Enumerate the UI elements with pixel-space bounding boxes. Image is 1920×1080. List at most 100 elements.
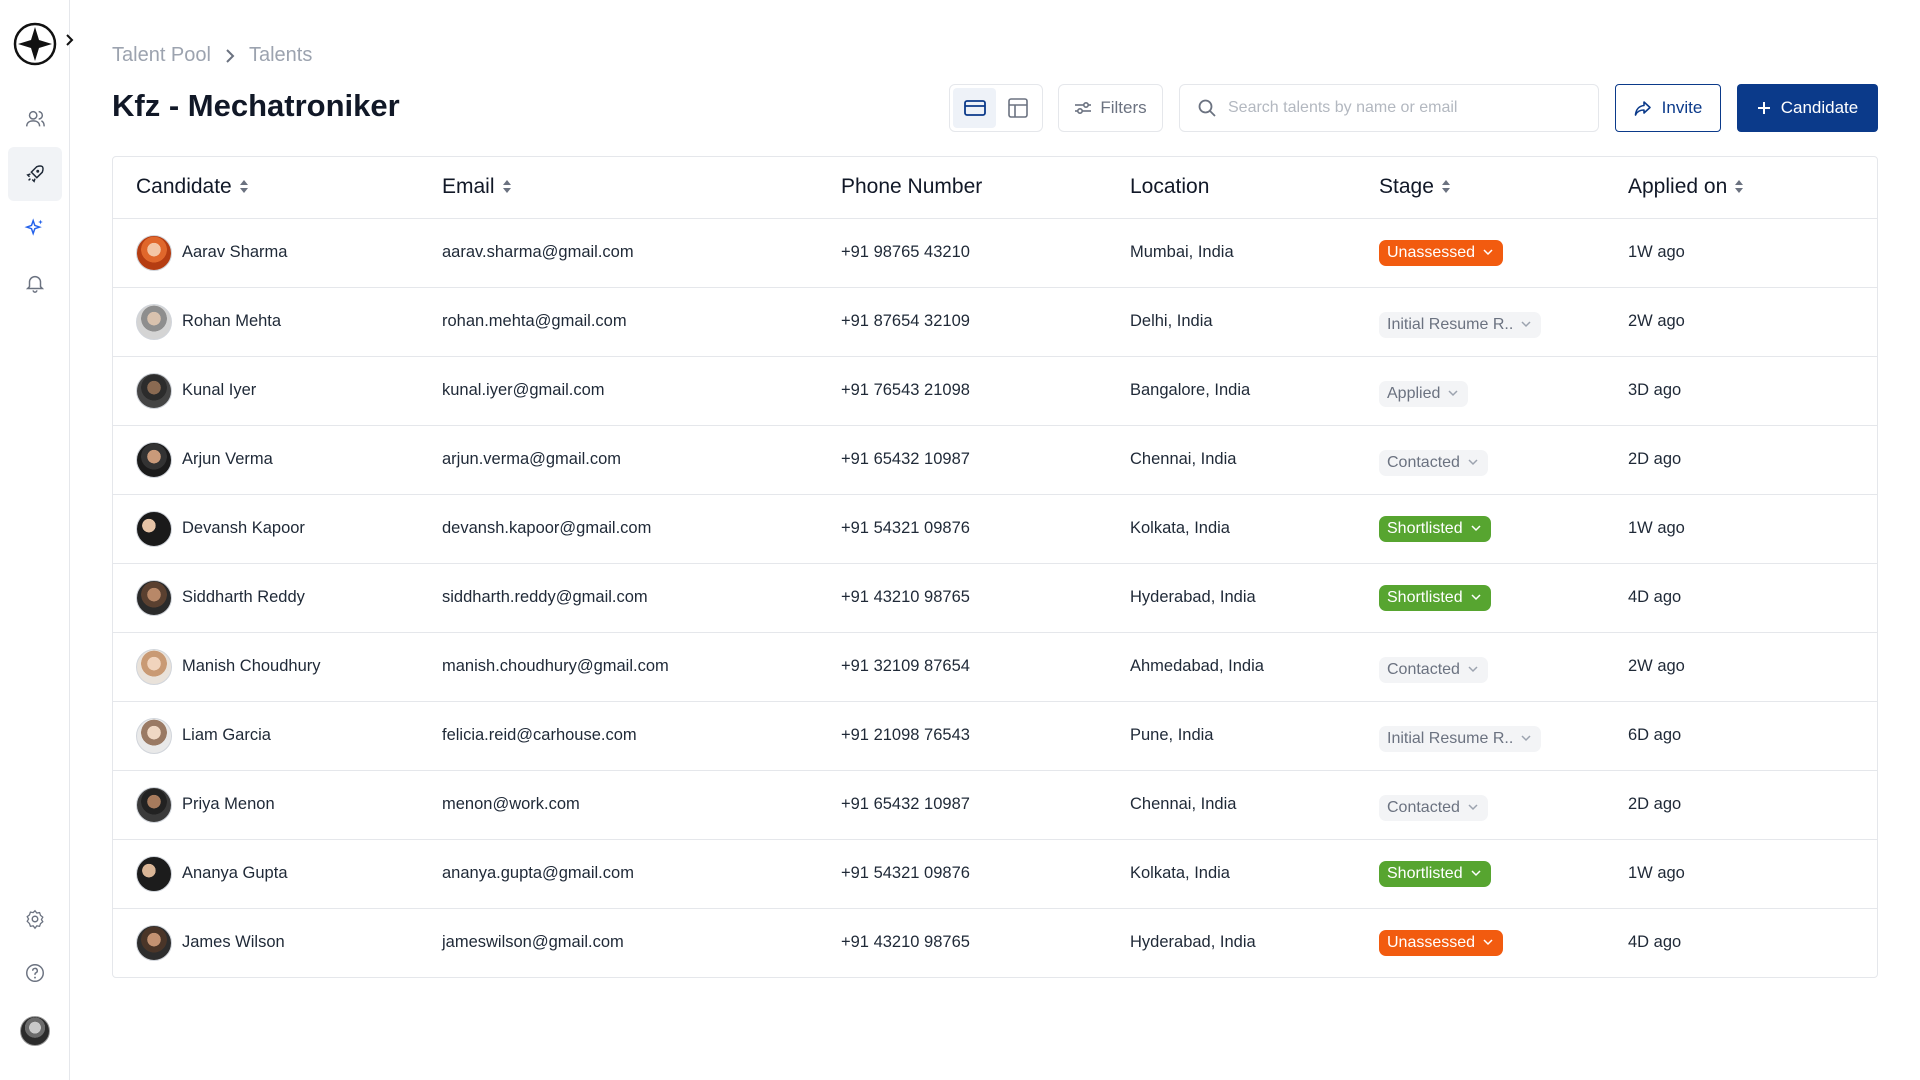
- table-row[interactable]: Siddharth Reddy siddharth.reddy@gmail.com…: [113, 563, 1877, 633]
- cell-stage: Shortlisted: [1379, 563, 1628, 633]
- candidate-name[interactable]: Kunal Iyer: [182, 381, 256, 400]
- table-row[interactable]: Priya Menon menon@work.com +91 65432 10987…: [113, 770, 1877, 840]
- cell-location: Kolkata, India: [1130, 494, 1379, 564]
- logo-icon[interactable]: [13, 22, 57, 66]
- settings-icon[interactable]: [8, 892, 62, 946]
- stage-dropdown[interactable]: Contacted: [1379, 656, 1488, 683]
- stage-dropdown[interactable]: Contacted: [1379, 794, 1488, 821]
- candidate-name[interactable]: Ananya Gupta: [182, 864, 288, 883]
- stage-dropdown[interactable]: Unassessed: [1379, 239, 1504, 266]
- breadcrumb-parent[interactable]: Talent Pool: [112, 44, 211, 67]
- stage-dropdown[interactable]: Shortlisted: [1379, 515, 1491, 542]
- invite-button[interactable]: Invite: [1615, 84, 1721, 132]
- cell-email: felicia.reid@carhouse.com: [442, 701, 841, 771]
- column-header-applied[interactable]: Applied on: [1628, 157, 1877, 219]
- cell-applied: 1W ago: [1628, 494, 1877, 564]
- chevron-down-icon: [1483, 249, 1493, 256]
- candidate-name[interactable]: James Wilson: [182, 933, 285, 952]
- cell-location: Ahmedabad, India: [1130, 632, 1379, 702]
- table-row[interactable]: Rohan Mehta rohan.mehta@gmail.com +91 8765…: [113, 287, 1877, 357]
- stage-dropdown[interactable]: Shortlisted: [1379, 584, 1491, 611]
- sort-icon[interactable]: [502, 175, 511, 199]
- chevron-down-icon: [1448, 390, 1458, 397]
- table-row[interactable]: Aarav Sharma aarav.sharma@gmail.com +91 98…: [113, 218, 1877, 288]
- stage-dropdown[interactable]: Initial Resume R..: [1379, 725, 1542, 752]
- cell-phone: +91 43210 98765: [841, 933, 970, 952]
- cell-email: menon@work.com: [442, 770, 841, 840]
- candidate-name[interactable]: Aarav Sharma: [182, 243, 287, 262]
- share-icon: [1634, 101, 1651, 116]
- avatar: [136, 303, 172, 340]
- cell-location: Bangalore, India: [1130, 356, 1379, 426]
- view-toggle: [949, 84, 1043, 132]
- candidate-name[interactable]: Devansh Kapoor: [182, 519, 305, 538]
- candidate-name[interactable]: Rohan Mehta: [182, 312, 281, 331]
- sparkle-icon[interactable]: [8, 201, 62, 255]
- stage-dropdown[interactable]: Unassessed: [1379, 929, 1504, 956]
- cell-email: ananya.gupta@gmail.com: [442, 839, 841, 909]
- add-candidate-button[interactable]: Candidate: [1737, 84, 1878, 132]
- table-header-row: Candidate Email Phone Number Location St…: [113, 157, 1877, 219]
- table-row[interactable]: Liam Garcia felicia.reid@carhouse.com +91 …: [113, 701, 1877, 771]
- stage-dropdown[interactable]: Initial Resume R..: [1379, 311, 1542, 338]
- search-icon: [1198, 99, 1216, 117]
- stage-dropdown[interactable]: Applied: [1379, 380, 1469, 407]
- cell-applied: 6D ago: [1628, 701, 1877, 771]
- stage-label: Unassessed: [1387, 933, 1476, 951]
- help-icon[interactable]: [8, 946, 62, 1000]
- stage-dropdown[interactable]: Shortlisted: [1379, 860, 1491, 887]
- cell-email: siddharth.reddy@gmail.com: [442, 563, 841, 633]
- cell-candidate: Arjun Verma: [113, 425, 442, 495]
- candidate-name[interactable]: Manish Choudhury: [182, 657, 321, 676]
- bell-icon[interactable]: [8, 256, 62, 310]
- card-view-icon: [963, 100, 986, 116]
- rocket-icon[interactable]: [8, 147, 62, 201]
- sort-icon[interactable]: [239, 175, 248, 199]
- table-row[interactable]: Devansh Kapoor devansh.kapoor@gmail.com +9…: [113, 494, 1877, 564]
- table-row[interactable]: Manish Choudhury manish.choudhury@gmail.c…: [113, 632, 1877, 702]
- cell-candidate: Manish Choudhury: [113, 632, 442, 702]
- table-view-button[interactable]: [996, 88, 1039, 128]
- avatar: [136, 441, 172, 478]
- chevron-down-icon: [1468, 804, 1478, 811]
- search-input[interactable]: [1228, 99, 1568, 117]
- search-field[interactable]: [1179, 84, 1599, 132]
- cell-location: Pune, India: [1130, 701, 1379, 771]
- avatar: [136, 372, 172, 409]
- candidate-name[interactable]: Siddharth Reddy: [182, 588, 305, 607]
- chevron-right-icon[interactable]: [62, 30, 78, 50]
- cell-location: Hyderabad, India: [1130, 933, 1256, 952]
- chevron-down-icon: [1471, 594, 1481, 601]
- cell-location: Kolkata, India: [1130, 839, 1379, 909]
- cell-phone: +91 21098 76543: [841, 701, 1130, 771]
- cell-location: Hyderabad, India: [1130, 563, 1379, 633]
- candidate-name[interactable]: Priya Menon: [182, 795, 275, 814]
- stage-dropdown[interactable]: Contacted: [1379, 449, 1488, 476]
- cell-applied: 1W ago: [1628, 839, 1877, 909]
- card-view-button[interactable]: [953, 88, 996, 128]
- page-title: Kfz - Mechatroniker: [112, 88, 400, 123]
- table-row[interactable]: Arjun Verma arjun.verma@gmail.com +91 6543…: [113, 425, 1877, 495]
- column-header-stage[interactable]: Stage: [1379, 157, 1628, 219]
- sort-icon[interactable]: [1441, 175, 1450, 199]
- column-header-email[interactable]: Email: [442, 157, 841, 219]
- stage-label: Shortlisted: [1387, 519, 1463, 537]
- cell-phone: +91 54321 09876: [841, 839, 1130, 909]
- column-header-location: Location: [1130, 157, 1379, 219]
- user-avatar[interactable]: [20, 1016, 50, 1046]
- column-header-candidate[interactable]: Candidate: [113, 157, 442, 219]
- cell-applied: 2W ago: [1628, 287, 1877, 357]
- candidate-name[interactable]: Arjun Verma: [182, 450, 273, 469]
- filters-button[interactable]: Filters: [1058, 84, 1163, 132]
- sort-icon[interactable]: [1735, 175, 1744, 199]
- users-icon[interactable]: [8, 92, 62, 146]
- table-row[interactable]: Kunal Iyer kunal.iyer@gmail.com +91 76543 …: [113, 356, 1877, 426]
- avatar: [136, 510, 172, 547]
- cell-location: Mumbai, India: [1130, 218, 1379, 288]
- cell-location: Chennai, India: [1130, 425, 1379, 495]
- table-row[interactable]: James Wilson jameswilson@gmail.com +91 432…: [113, 908, 1877, 977]
- cell-applied: 2D ago: [1628, 425, 1877, 495]
- candidate-name[interactable]: Liam Garcia: [182, 726, 271, 745]
- table-row[interactable]: Ananya Gupta ananya.gupta@gmail.com +91 54…: [113, 839, 1877, 909]
- cell-stage: Unassessed: [1379, 908, 1628, 977]
